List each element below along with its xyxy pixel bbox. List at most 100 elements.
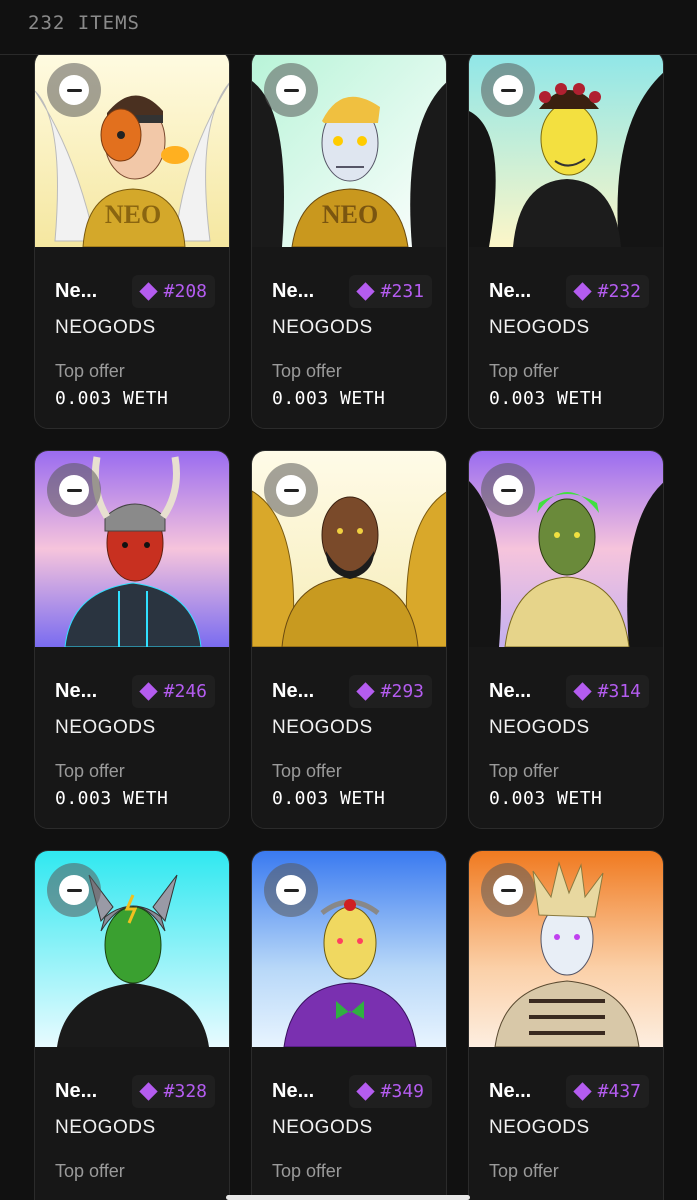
collection-name[interactable]: NEOGODS — [272, 317, 432, 339]
token-id: #208 — [163, 280, 207, 302]
token-id-badge: #314 — [565, 674, 649, 708]
nft-artwork[interactable] — [35, 851, 229, 1047]
minus-icon — [59, 75, 89, 105]
top-offer-value: 0.003 WETH — [55, 788, 169, 809]
nft-card[interactable]: Ne... #293 NEOGODS Top offer 0.003 WETH — [251, 450, 447, 829]
nft-card[interactable]: NEO Ne... #231 NEOGODS Top offer 0.003 W… — [251, 50, 447, 429]
nft-artwork[interactable]: NEO — [35, 51, 229, 247]
top-offer-label: Top offer — [489, 1161, 559, 1181]
minus-icon — [493, 875, 523, 905]
collection-name[interactable]: NEOGODS — [489, 717, 649, 739]
nft-card-info: Ne... #314 NEOGODS Top offer 0.003 WETH — [489, 673, 649, 809]
top-offer-value: 0.003 WETH — [272, 388, 386, 409]
select-toggle-button[interactable] — [481, 463, 535, 517]
token-id-badge: #437 — [565, 1074, 649, 1108]
token-id: #232 — [597, 280, 641, 302]
collection-name[interactable]: NEOGODS — [55, 317, 215, 339]
collection-name[interactable]: NEOGODS — [489, 317, 649, 339]
token-id-badge: #246 — [131, 674, 215, 708]
minus-icon — [59, 475, 89, 505]
token-name[interactable]: Ne... — [272, 680, 314, 703]
nft-artwork[interactable] — [469, 851, 663, 1047]
token-id-badge: #293 — [348, 674, 432, 708]
select-toggle-button[interactable] — [264, 863, 318, 917]
minus-icon — [276, 475, 306, 505]
top-offer-label: Top offer — [55, 361, 125, 381]
minus-icon — [276, 875, 306, 905]
token-name[interactable]: Ne... — [489, 680, 531, 703]
top-offer-value: 0.003 WETH — [272, 788, 386, 809]
select-toggle-button[interactable] — [481, 863, 535, 917]
nft-artwork[interactable] — [35, 451, 229, 647]
top-offer-value: 0.003 WETH — [489, 388, 603, 409]
select-toggle-button[interactable] — [47, 463, 101, 517]
token-name[interactable]: Ne... — [55, 280, 97, 303]
collection-name[interactable]: NEOGODS — [55, 717, 215, 739]
select-toggle-button[interactable] — [264, 463, 318, 517]
nft-artwork[interactable] — [469, 451, 663, 647]
diamond-icon — [138, 681, 158, 701]
token-name[interactable]: Ne... — [489, 1080, 531, 1103]
token-id: #293 — [380, 680, 424, 702]
collection-name[interactable]: NEOGODS — [272, 1117, 432, 1139]
nft-artwork[interactable] — [252, 451, 446, 647]
token-name[interactable]: Ne... — [55, 680, 97, 703]
nft-card[interactable]: Ne... #246 NEOGODS Top offer 0.003 WETH — [34, 450, 230, 829]
nft-card-info: Ne... #349 NEOGODS Top offer — [272, 1073, 432, 1182]
collection-name[interactable]: NEOGODS — [55, 1117, 215, 1139]
token-id-badge: #208 — [131, 274, 215, 308]
nft-artwork[interactable] — [469, 51, 663, 247]
diamond-icon — [355, 281, 375, 301]
collection-name[interactable]: NEOGODS — [489, 1117, 649, 1139]
select-toggle-button[interactable] — [47, 63, 101, 117]
svg-text:NEO: NEO — [322, 200, 378, 229]
minus-icon — [59, 875, 89, 905]
nft-card-info: Ne... #231 NEOGODS Top offer 0.003 WETH — [272, 273, 432, 409]
top-offer-label: Top offer — [272, 1161, 342, 1181]
minus-icon — [493, 475, 523, 505]
top-offer-label: Top offer — [55, 1161, 125, 1181]
nft-card-info: Ne... #293 NEOGODS Top offer 0.003 WETH — [272, 673, 432, 809]
svg-text:NEO: NEO — [105, 200, 161, 229]
token-name[interactable]: Ne... — [272, 1080, 314, 1103]
select-toggle-button[interactable] — [481, 63, 535, 117]
nft-items-page: 232 ITEMS NEO Ne... #208 NEOGODS Top off… — [0, 0, 697, 1200]
select-toggle-button[interactable] — [47, 863, 101, 917]
collection-name[interactable]: NEOGODS — [272, 717, 432, 739]
token-id: #328 — [163, 1080, 207, 1102]
nft-card-info: Ne... #246 NEOGODS Top offer 0.003 WETH — [55, 673, 215, 809]
nft-card[interactable]: Ne... #232 NEOGODS Top offer 0.003 WETH — [468, 50, 664, 429]
diamond-icon — [572, 681, 592, 701]
select-toggle-button[interactable] — [264, 63, 318, 117]
token-name[interactable]: Ne... — [489, 280, 531, 303]
minus-icon — [276, 75, 306, 105]
top-offer-value: 0.003 WETH — [55, 388, 169, 409]
top-offer-label: Top offer — [489, 361, 559, 381]
token-id-badge: #231 — [348, 274, 432, 308]
token-id-badge: #349 — [348, 1074, 432, 1108]
token-name[interactable]: Ne... — [55, 1080, 97, 1103]
nft-card[interactable]: Ne... #437 NEOGODS Top offer — [468, 850, 664, 1200]
token-id: #437 — [597, 1080, 641, 1102]
items-header: 232 ITEMS — [0, 0, 697, 55]
diamond-icon — [138, 1081, 158, 1101]
nft-artwork[interactable]: NEO — [252, 51, 446, 247]
minus-icon — [493, 75, 523, 105]
token-id: #314 — [597, 680, 641, 702]
nft-card[interactable]: NEO Ne... #208 NEOGODS Top offer 0.003 W — [34, 50, 230, 429]
nft-card-info: Ne... #328 NEOGODS Top offer — [55, 1073, 215, 1182]
home-indicator — [226, 1195, 470, 1200]
token-name[interactable]: Ne... — [272, 280, 314, 303]
nft-artwork[interactable] — [252, 851, 446, 1047]
top-offer-label: Top offer — [489, 761, 559, 781]
top-offer-label: Top offer — [272, 761, 342, 781]
token-id-badge: #232 — [565, 274, 649, 308]
nft-card[interactable]: Ne... #314 NEOGODS Top offer 0.003 WETH — [468, 450, 664, 829]
top-offer-label: Top offer — [55, 761, 125, 781]
nft-card[interactable]: Ne... #349 NEOGODS Top offer — [251, 850, 447, 1200]
nft-grid: NEO Ne... #208 NEOGODS Top offer 0.003 W — [34, 50, 664, 1200]
nft-card-info: Ne... #437 NEOGODS Top offer — [489, 1073, 649, 1182]
token-id: #231 — [380, 280, 424, 302]
nft-card[interactable]: Ne... #328 NEOGODS Top offer — [34, 850, 230, 1200]
token-id-badge: #328 — [131, 1074, 215, 1108]
